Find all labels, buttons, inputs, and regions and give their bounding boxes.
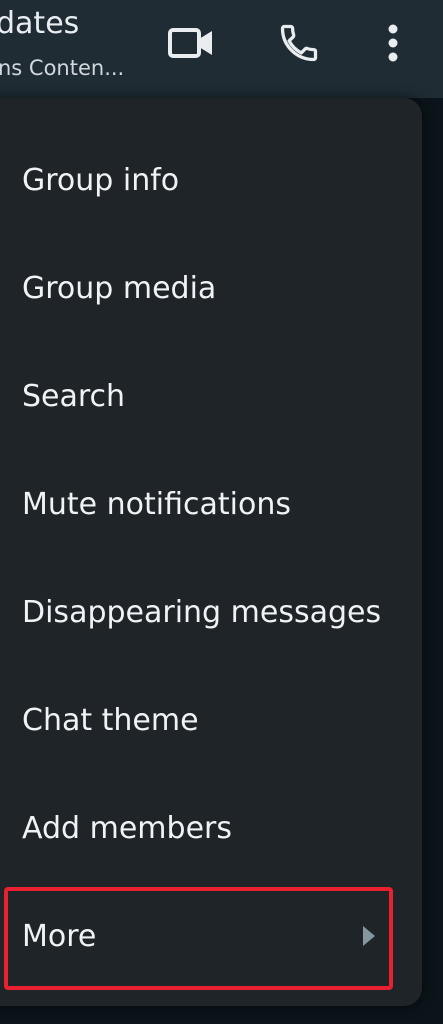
menu-item-chat-theme[interactable]: Chat theme: [0, 666, 422, 774]
menu-item-label: Mute notifications: [22, 486, 291, 522]
menu-item-label: Group info: [22, 162, 180, 198]
menu-item-label: Group media: [22, 270, 217, 306]
more-options-button[interactable]: [369, 20, 417, 66]
menu-item-label: Chat theme: [22, 702, 199, 738]
video-call-icon: [168, 28, 212, 58]
menu-item-add-members[interactable]: Add members: [0, 774, 422, 882]
menu-item-label: Search: [22, 378, 126, 414]
video-call-button[interactable]: [166, 20, 216, 66]
menu-item-label: Disappearing messages: [22, 594, 382, 630]
chat-subtitle: ns Conten...: [0, 56, 125, 80]
voice-call-icon: [280, 24, 318, 62]
screen: dates ns Conten... Group info Group medi…: [0, 0, 443, 1024]
menu-item-search[interactable]: Search: [0, 342, 422, 450]
chat-title: dates: [0, 6, 80, 41]
menu-item-group-media[interactable]: Group media: [0, 234, 422, 342]
voice-call-button[interactable]: [274, 20, 324, 66]
top-app-bar: dates ns Conten...: [0, 0, 443, 98]
menu-item-mute-notifications[interactable]: Mute notifications: [0, 450, 422, 558]
overflow-menu: Group info Group media Search Mute notif…: [0, 98, 422, 1006]
menu-item-label: Add members: [22, 810, 232, 846]
menu-item-group-info[interactable]: Group info: [0, 126, 422, 234]
highlight-box: [4, 887, 393, 990]
menu-item-disappearing-messages[interactable]: Disappearing messages: [0, 558, 422, 666]
more-options-icon: [388, 24, 398, 62]
